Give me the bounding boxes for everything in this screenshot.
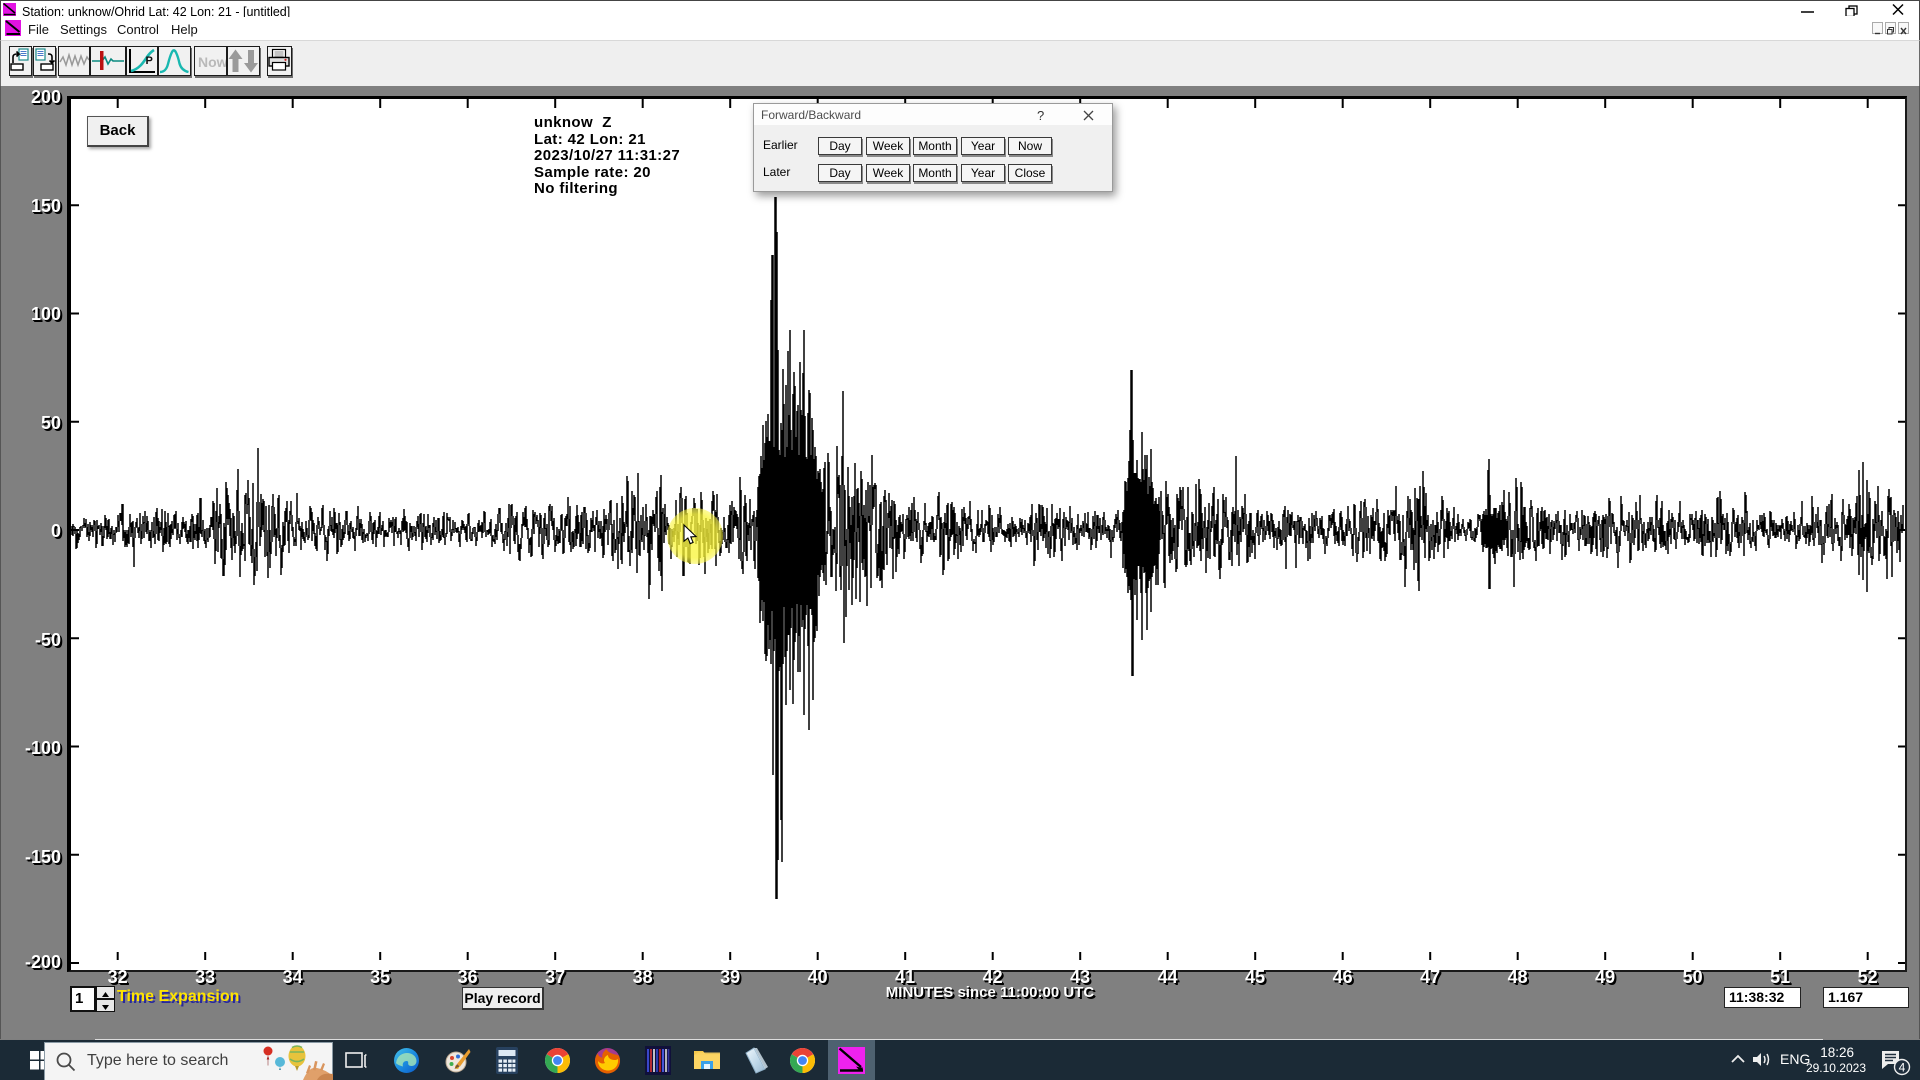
svg-text:Now: Now <box>198 54 226 70</box>
svg-text:P: P <box>146 55 153 67</box>
svg-text:4: 4 <box>1899 1061 1906 1075</box>
